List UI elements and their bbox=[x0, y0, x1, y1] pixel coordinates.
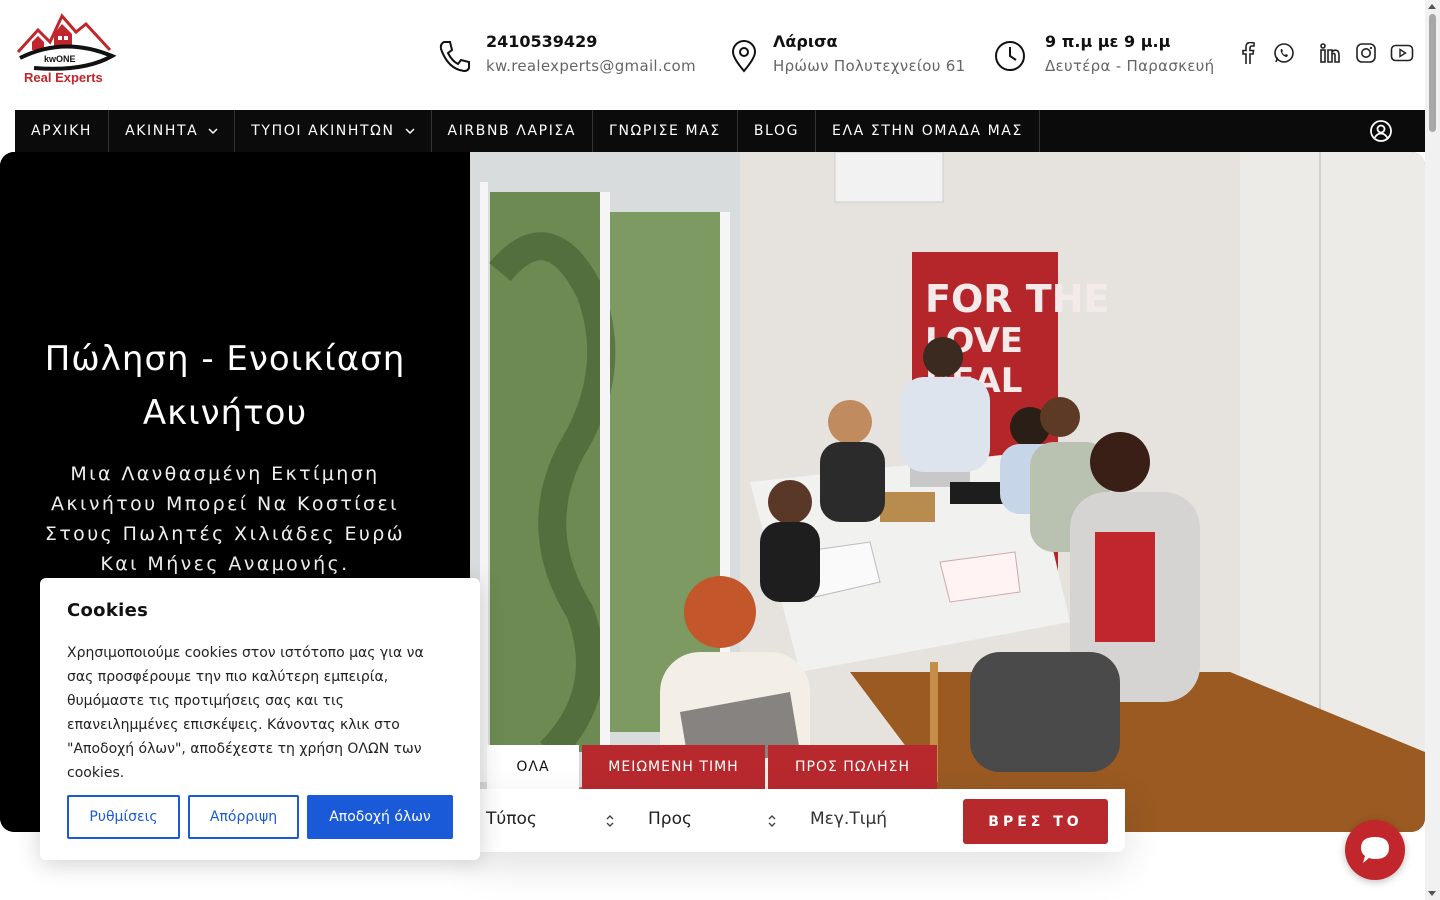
chat-bubble-icon bbox=[1361, 837, 1389, 863]
location-info: Λάρισα Ηρώων Πολυτεχνείου 61 bbox=[726, 30, 965, 78]
purpose-select[interactable]: Προς bbox=[648, 809, 692, 829]
nav-label: ΑΚΙΝΗΤΑ bbox=[125, 123, 199, 139]
nav-label: AIRBNB ΛΑΡΙΣΑ bbox=[447, 123, 577, 139]
working-hours: 9 π.μ με 9 μ.μ bbox=[1045, 32, 1171, 51]
page-scrollbar[interactable] bbox=[1425, 0, 1440, 900]
cookie-title: Cookies bbox=[67, 600, 149, 621]
phone-info[interactable]: 2410539429 kw.realexperts@gmail.com bbox=[436, 30, 696, 78]
nav-label: ΑΡΧΙΚΗ bbox=[31, 123, 93, 139]
phone-icon bbox=[439, 41, 470, 73]
facebook-icon[interactable] bbox=[1236, 40, 1260, 66]
tab-for-sale[interactable]: ΠΡΟΣ ΠΩΛΗΣΗ bbox=[768, 745, 937, 789]
max-price-input[interactable]: Μεγ.Τιμή bbox=[810, 809, 887, 829]
chevron-down-icon bbox=[208, 128, 218, 135]
hero-title: Πώληση - Ενοικίαση Ακινήτου bbox=[44, 339, 406, 433]
whatsapp-icon[interactable] bbox=[1272, 40, 1296, 66]
chevron-down-icon bbox=[405, 128, 415, 135]
cookie-text: Χρησιμοποιούμε cookies στον ιστότοπο μας… bbox=[67, 645, 424, 781]
user-account-icon[interactable] bbox=[1369, 119, 1393, 143]
brand-name: Real Experts bbox=[24, 70, 103, 85]
nav-item-airbnb[interactable]: AIRBNB ΛΑΡΙΣΑ bbox=[432, 110, 594, 152]
phone-number[interactable]: 2410539429 bbox=[486, 30, 696, 54]
team-meeting-photo: FOR THE LOVE REAL bbox=[470, 152, 1425, 832]
select-arrows-icon bbox=[606, 815, 614, 827]
nav-item-home[interactable]: ΑΡΧΙΚΗ bbox=[15, 110, 110, 152]
cookie-reject-button[interactable]: Απόρριψη bbox=[188, 795, 299, 839]
hours-info: 9 π.μ με 9 μ.μ Δευτέρα - Παρασκευή bbox=[992, 30, 1214, 78]
property-search-form: Τύπος Προς Μεγ.Τιμή ΒΡΕΣ ΤΟ bbox=[470, 789, 1125, 852]
svg-text:kwONE: kwONE bbox=[44, 54, 76, 64]
nav-item-join-team[interactable]: ΕΛΑ ΣΤΗΝ ΟΜΑΔΑ ΜΑΣ bbox=[816, 110, 1040, 152]
linkedin-icon[interactable] bbox=[1318, 40, 1342, 66]
property-type-select[interactable]: Τύπος bbox=[486, 809, 537, 829]
site-header: kwONE Real Experts 2410539429 kw.realexp… bbox=[0, 0, 1425, 110]
nav-label: ΓΝΩΡΙΣΕ ΜΑΣ bbox=[609, 123, 721, 139]
working-days: Δευτέρα - Παρασκευή bbox=[1045, 57, 1215, 75]
email-address[interactable]: kw.realexperts@gmail.com bbox=[486, 54, 696, 78]
social-links bbox=[1236, 40, 1414, 66]
main-navigation: ΑΡΧΙΚΗ ΑΚΙΝΗΤΑ ΤΥΠΟΙ ΑΚΙΝΗΤΩΝ AIRBNB ΛΑΡ… bbox=[15, 110, 1425, 152]
nav-label: ΤΥΠΟΙ ΑΚΙΝΗΤΩΝ bbox=[251, 123, 395, 139]
city: Λάρισα bbox=[773, 32, 838, 51]
scroll-up-arrow[interactable] bbox=[1428, 4, 1436, 9]
select-arrows-icon bbox=[768, 815, 776, 827]
nav-label: BLOG bbox=[753, 123, 800, 139]
search-tabs: ΟΛΑ ΜΕΙΩΜΕΝΗ ΤΙΜΗ ΠΡΟΣ ΠΩΛΗΣΗ bbox=[487, 745, 937, 789]
find-button[interactable]: ΒΡΕΣ ΤΟ bbox=[963, 799, 1108, 844]
nav-item-blog[interactable]: BLOG bbox=[738, 110, 817, 152]
nav-item-about[interactable]: ΓΝΩΡΙΣΕ ΜΑΣ bbox=[593, 110, 738, 152]
chat-button[interactable] bbox=[1345, 820, 1405, 880]
hero-subtitle: Μια Λανθασμένη Εκτίμηση Ακινήτου Μπορεί … bbox=[44, 463, 406, 575]
clock-icon bbox=[995, 41, 1025, 71]
address: Ηρώων Πολυτεχνείου 61 bbox=[773, 57, 966, 75]
cookie-accept-button[interactable]: Αποδοχή όλων bbox=[307, 795, 453, 839]
nav-label: ΕΛΑ ΣΤΗΝ ΟΜΑΔΑ ΜΑΣ bbox=[832, 123, 1023, 139]
cookie-consent-banner: Cookies Χρησιμοποιούμε cookies στον ιστό… bbox=[40, 578, 480, 860]
cookie-settings-button[interactable]: Ρυθμίσεις bbox=[67, 795, 180, 839]
youtube-icon[interactable] bbox=[1390, 40, 1414, 66]
cookie-buttons: Ρυθμίσεις Απόρριψη Αποδοχή όλων bbox=[67, 795, 453, 839]
instagram-icon[interactable] bbox=[1354, 40, 1378, 66]
nav-item-property-types[interactable]: ΤΥΠΟΙ ΑΚΙΝΗΤΩΝ bbox=[235, 110, 432, 152]
map-pin-icon bbox=[731, 40, 757, 73]
tab-reduced-price[interactable]: ΜΕΙΩΜΕΝΗ ΤΙΜΗ bbox=[582, 745, 765, 789]
scroll-down-arrow[interactable] bbox=[1428, 891, 1436, 896]
tab-all[interactable]: ΟΛΑ bbox=[487, 745, 579, 789]
nav-item-properties[interactable]: ΑΚΙΝΗΤΑ bbox=[109, 110, 236, 152]
scroll-thumb[interactable] bbox=[1429, 14, 1436, 132]
svg-text:FOR THE: FOR THE bbox=[925, 277, 1109, 321]
